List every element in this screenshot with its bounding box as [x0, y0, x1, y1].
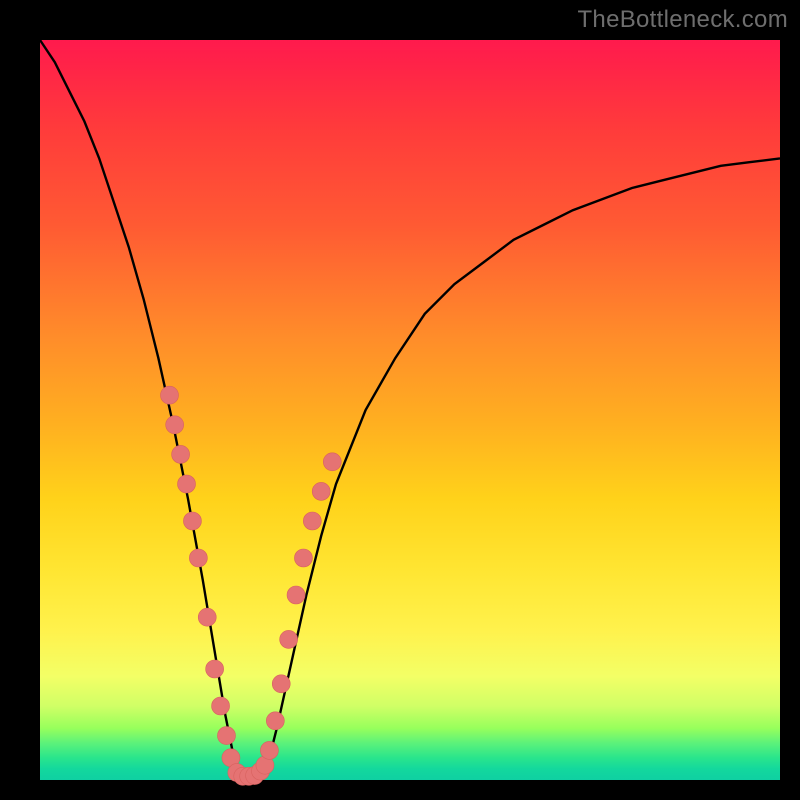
data-dot — [166, 416, 184, 434]
data-dot — [323, 453, 341, 471]
data-dot — [161, 386, 179, 404]
data-dot — [312, 482, 330, 500]
chart-plot-area — [40, 40, 780, 780]
data-dot — [280, 630, 298, 648]
data-dot — [198, 608, 216, 626]
data-dot — [294, 549, 312, 567]
data-dot — [303, 512, 321, 530]
data-dot — [178, 475, 196, 493]
watermark-text: TheBottleneck.com — [577, 6, 788, 34]
data-dot — [206, 660, 224, 678]
data-dot — [183, 512, 201, 530]
data-dot — [212, 697, 230, 715]
bottleneck-curve — [40, 40, 780, 780]
data-dot — [217, 727, 235, 745]
data-dot — [189, 549, 207, 567]
data-dot — [260, 741, 278, 759]
data-dot — [272, 675, 290, 693]
chart-stage: TheBottleneck.com — [0, 0, 800, 800]
data-dot — [287, 586, 305, 604]
data-dot — [172, 445, 190, 463]
chart-svg — [40, 40, 780, 780]
data-dot — [266, 712, 284, 730]
data-dots — [161, 386, 342, 785]
